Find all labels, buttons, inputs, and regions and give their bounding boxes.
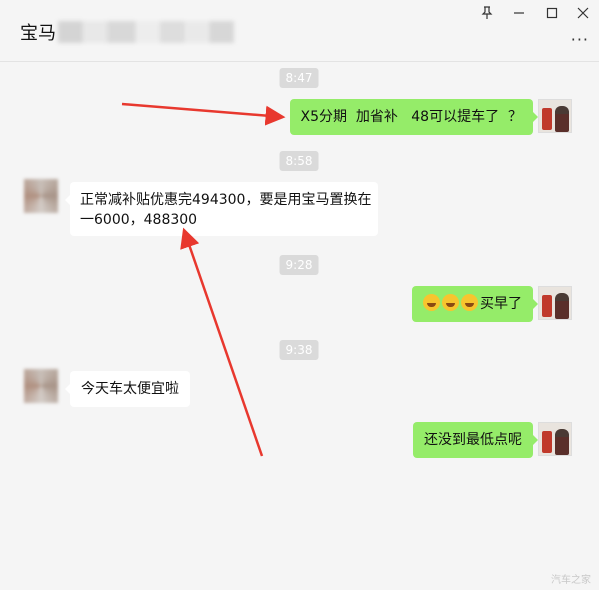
annotation-arrow-2 [180,227,264,457]
message-text: 买早了 [480,296,522,312]
message-text-line: 正常减补贴优惠完494300，要是用宝马置换在 [80,192,372,208]
message-text: 还没到最低点呢 [424,432,522,448]
message-text-line: 一6000，488300 [80,212,198,228]
timestamp: 9:38 [279,340,319,360]
pin-icon[interactable] [474,2,500,24]
laughing-crying-emoji-icon [461,294,478,311]
blurred-name [58,21,234,43]
laughing-crying-emoji-icon [423,294,440,311]
laughing-crying-emoji-icon [442,294,459,311]
chat-title: 宝马 [20,19,234,45]
title-bar: 宝马 ··· [0,0,599,62]
my-avatar[interactable] [538,286,572,320]
maximize-icon[interactable] [539,2,565,24]
incoming-message[interactable]: 正常减补贴优惠完494300，要是用宝马置换在 一6000，488300 [65,182,378,236]
timestamp: 9:28 [279,255,319,275]
timestamp: 8:47 [279,68,319,88]
watermark: 汽车之家 [551,575,591,586]
outgoing-message[interactable]: X5分期 加省补 48可以提车了 ？ [289,99,539,135]
my-avatar[interactable] [538,422,572,456]
outgoing-message[interactable]: 买早了 [412,286,538,322]
my-avatar[interactable] [538,99,572,133]
annotation-arrow-1 [121,102,286,126]
outgoing-message[interactable]: 还没到最低点呢 [413,422,538,458]
timestamp: 8:58 [279,151,319,171]
close-icon[interactable] [570,2,596,24]
incoming-message[interactable]: 今天车太便宜啦 [65,371,190,407]
message-text: 今天车太便宜啦 [81,381,179,397]
minimize-icon[interactable] [506,2,532,24]
more-icon[interactable]: ··· [571,30,589,49]
contact-avatar[interactable] [24,179,58,213]
chat-title-text: 宝马 [20,23,56,44]
contact-avatar[interactable] [24,369,58,403]
message-text: X5分期 加省补 48可以提车了 ？ [300,109,522,125]
